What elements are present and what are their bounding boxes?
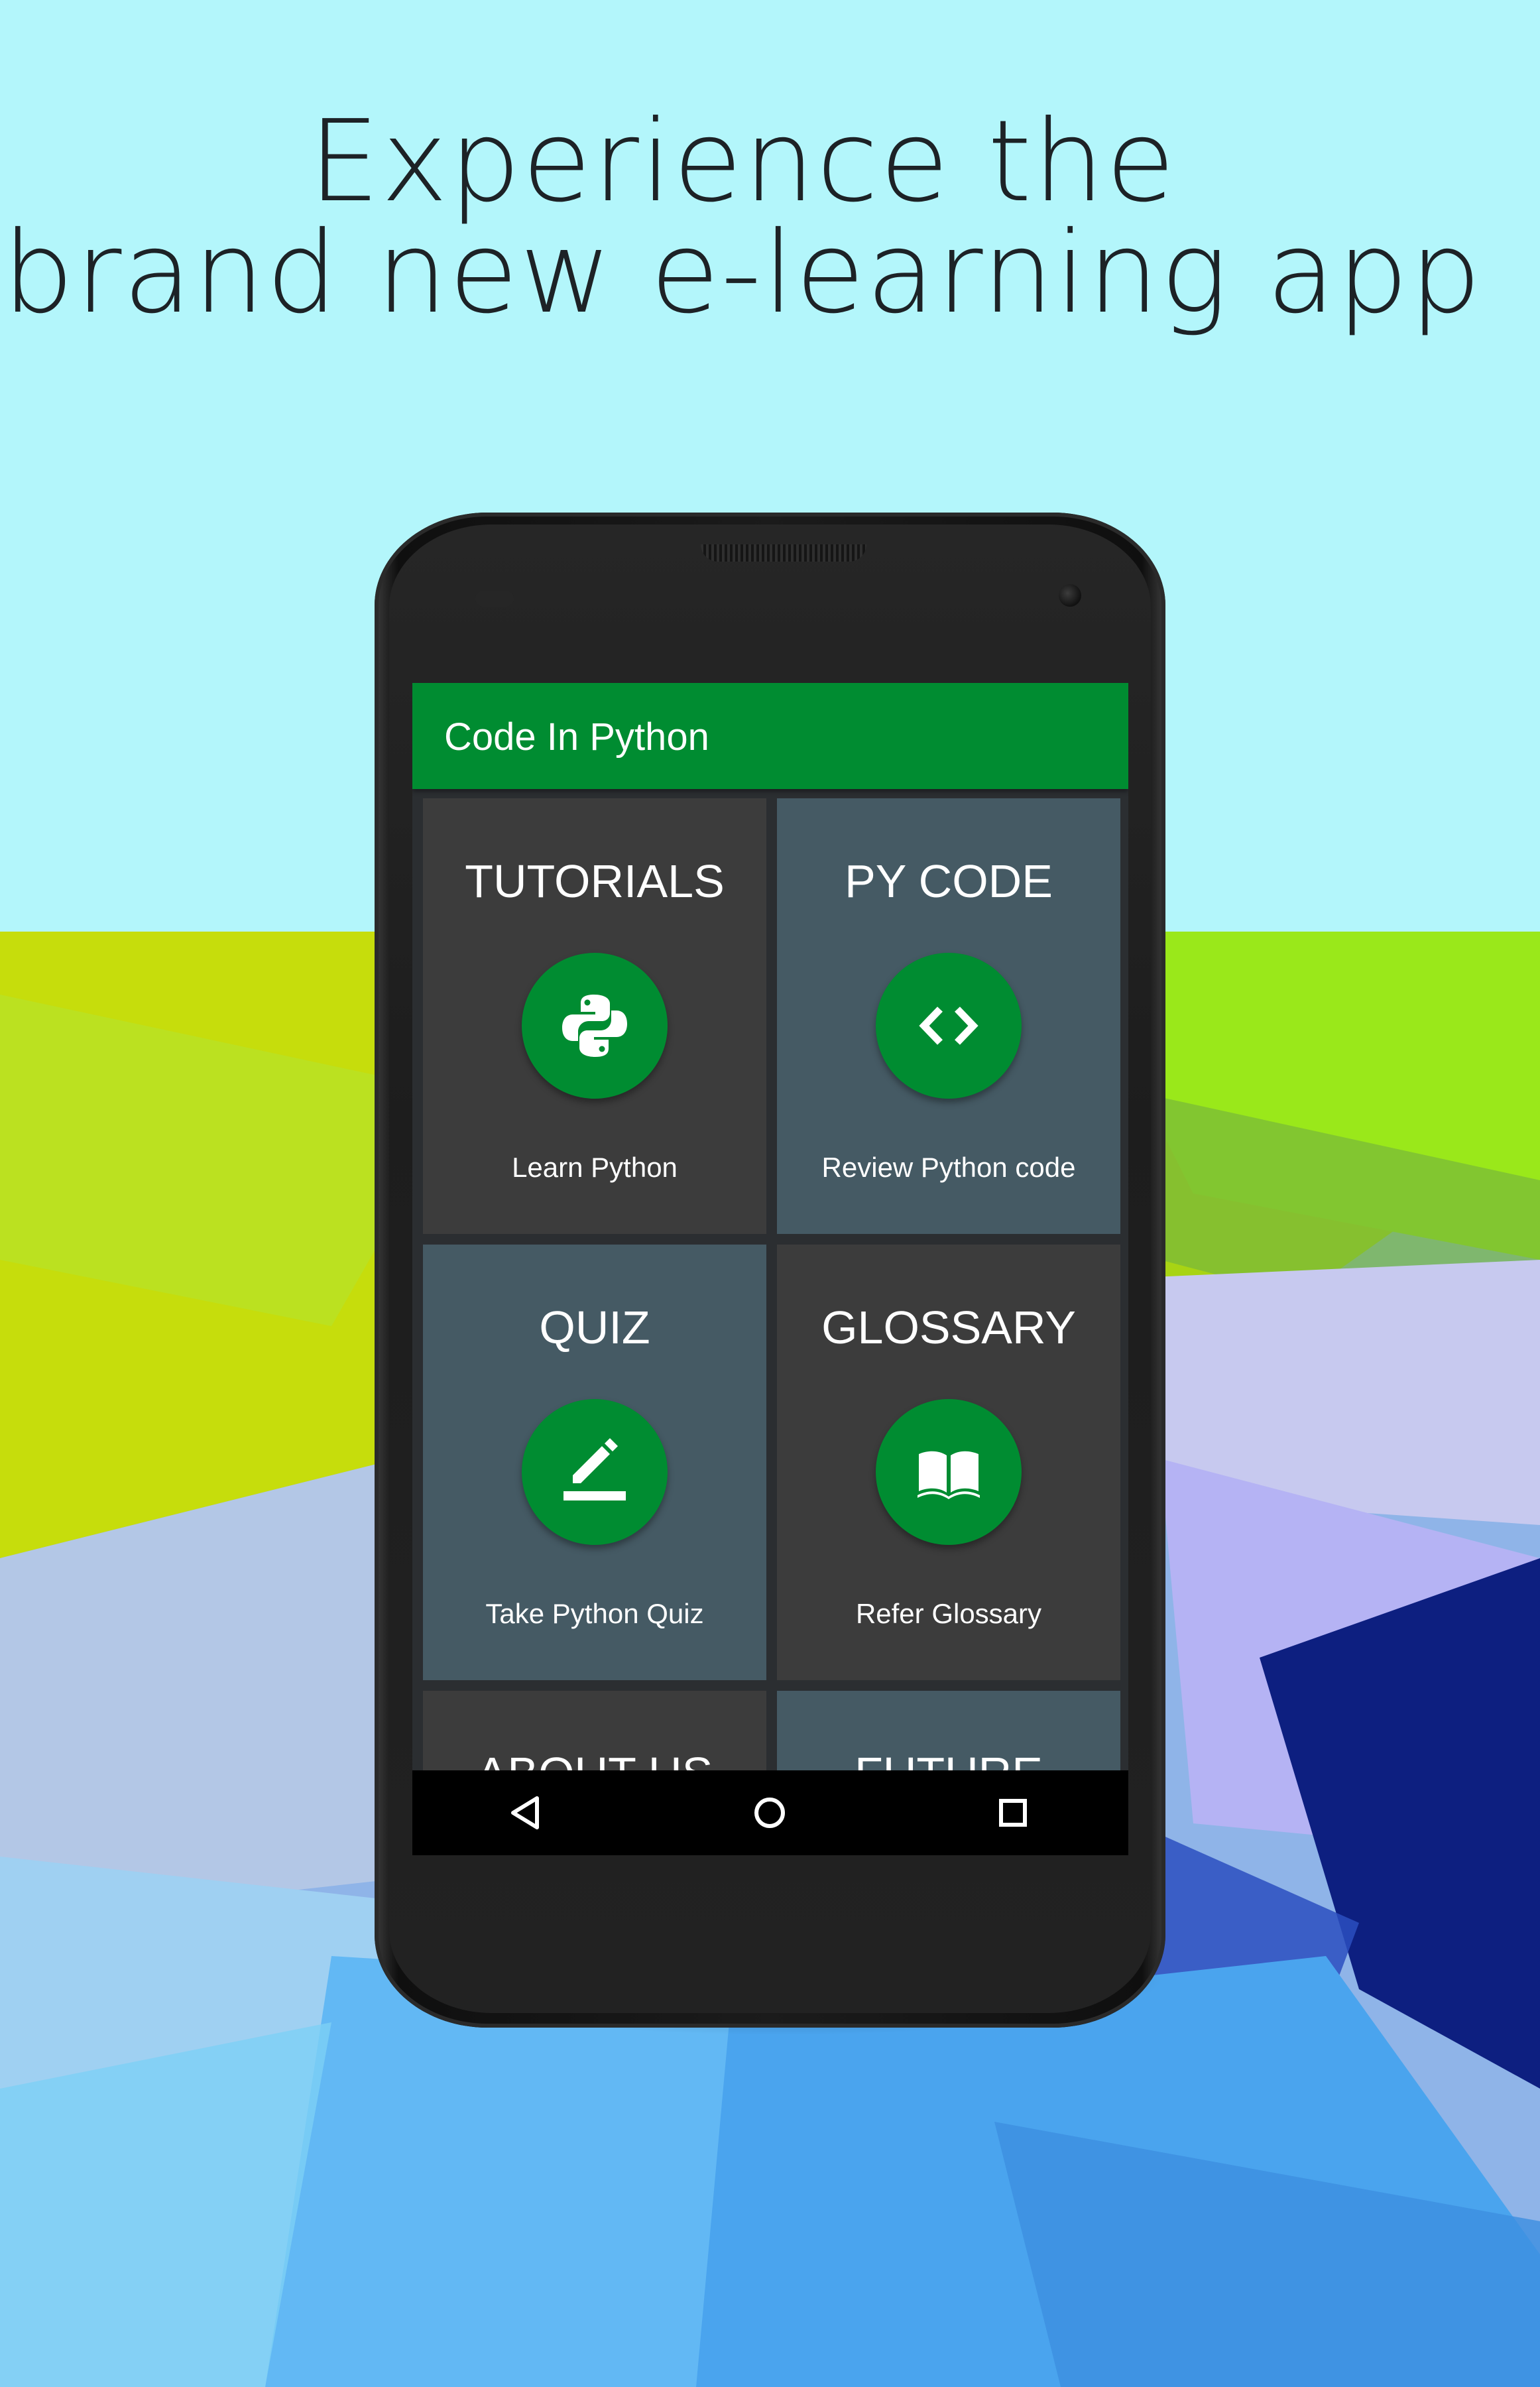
app-bar: Code In Python — [412, 683, 1128, 789]
pencil-edit-icon — [522, 1399, 668, 1545]
headline-line-2: brand new e-learning app — [2, 208, 1483, 339]
headline: Experience the brand new e-learning app — [0, 96, 1485, 339]
proximity-sensor — [475, 591, 514, 607]
open-book-icon — [876, 1399, 1022, 1545]
tile-title: GLOSSARY — [821, 1302, 1076, 1353]
back-triangle-icon[interactable] — [505, 1793, 545, 1833]
tile-subtitle: Review Python code — [821, 1152, 1076, 1183]
tile-subtitle: Refer Glossary — [855, 1598, 1042, 1629]
tile-quiz[interactable]: QUIZ Take Python Quiz — [423, 1245, 766, 1680]
app-screen: Code In Python TUTORIALS Learn Python PY… — [412, 683, 1128, 1855]
app-title: Code In Python — [444, 715, 709, 759]
tile-title: TUTORIALS — [465, 855, 725, 907]
home-circle-icon[interactable] — [750, 1793, 790, 1833]
python-logo-icon — [522, 953, 668, 1099]
tile-title: QUIZ — [539, 1302, 650, 1353]
earpiece-speaker — [701, 544, 866, 562]
tile-py-code[interactable]: PY CODE Review Python code — [777, 798, 1120, 1234]
tile-subtitle: Take Python Quiz — [485, 1598, 704, 1629]
front-camera-icon — [1059, 584, 1081, 607]
tile-title: PY CODE — [845, 855, 1053, 907]
tile-glossary[interactable]: GLOSSARY Refer Glossary — [777, 1245, 1120, 1680]
code-brackets-icon — [876, 953, 1022, 1099]
recents-square-icon[interactable] — [993, 1793, 1033, 1833]
tile-subtitle: Learn Python — [512, 1152, 678, 1183]
headline-line-1: Experience the — [308, 96, 1177, 227]
tile-tutorials[interactable]: TUTORIALS Learn Python — [423, 798, 766, 1234]
system-nav-bar — [412, 1770, 1128, 1855]
